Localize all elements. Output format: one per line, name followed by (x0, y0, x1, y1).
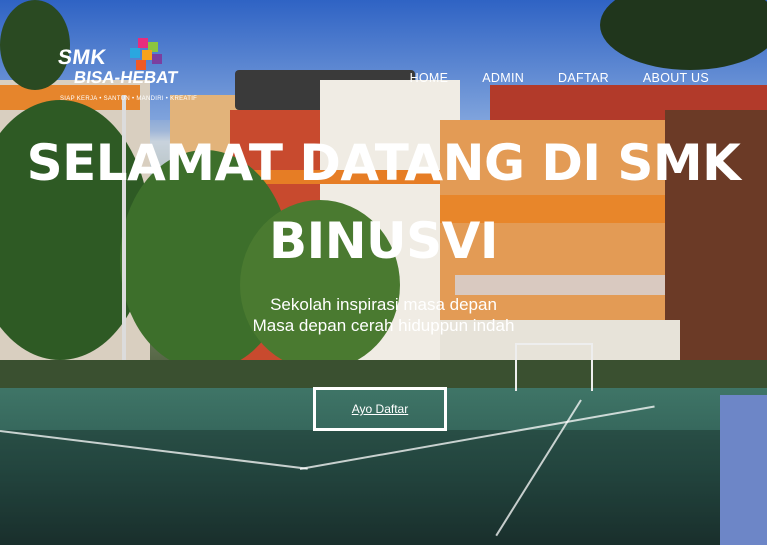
nav-daftar[interactable]: DAFTAR (558, 71, 609, 85)
hero-subtitle-line2: Masa depan cerah hiduppun indah (252, 316, 515, 335)
nav-about-us[interactable]: ABOUT US (643, 71, 709, 85)
nav-home[interactable]: HOME (410, 71, 449, 85)
main-nav: HOME ADMIN DAFTAR ABOUT US (376, 71, 709, 85)
cubes-icon (128, 38, 162, 72)
brand-line2: BISA-HEBAT (72, 68, 179, 87)
hero-title-line1: SELAMAT DATANG DI SMK (26, 134, 741, 192)
hero-title: SELAMAT DATANG DI SMK BINUSVI (0, 124, 767, 280)
brand-logo[interactable]: SMK BISA-HEBAT SIAP KERJA • SANTUN • MAN… (56, 36, 197, 110)
nav-admin[interactable]: ADMIN (482, 71, 524, 85)
register-button[interactable]: Ayo Daftar (313, 387, 447, 431)
hero-title-line2: BINUSVI (269, 212, 498, 270)
hero-subtitle-line1: Sekolah inspirasi masa depan (270, 295, 497, 314)
brand-line1: SMK (56, 46, 108, 69)
brand-tagline: SIAP KERJA • SANTUN • MANDIRI • KREATIF (60, 96, 198, 102)
